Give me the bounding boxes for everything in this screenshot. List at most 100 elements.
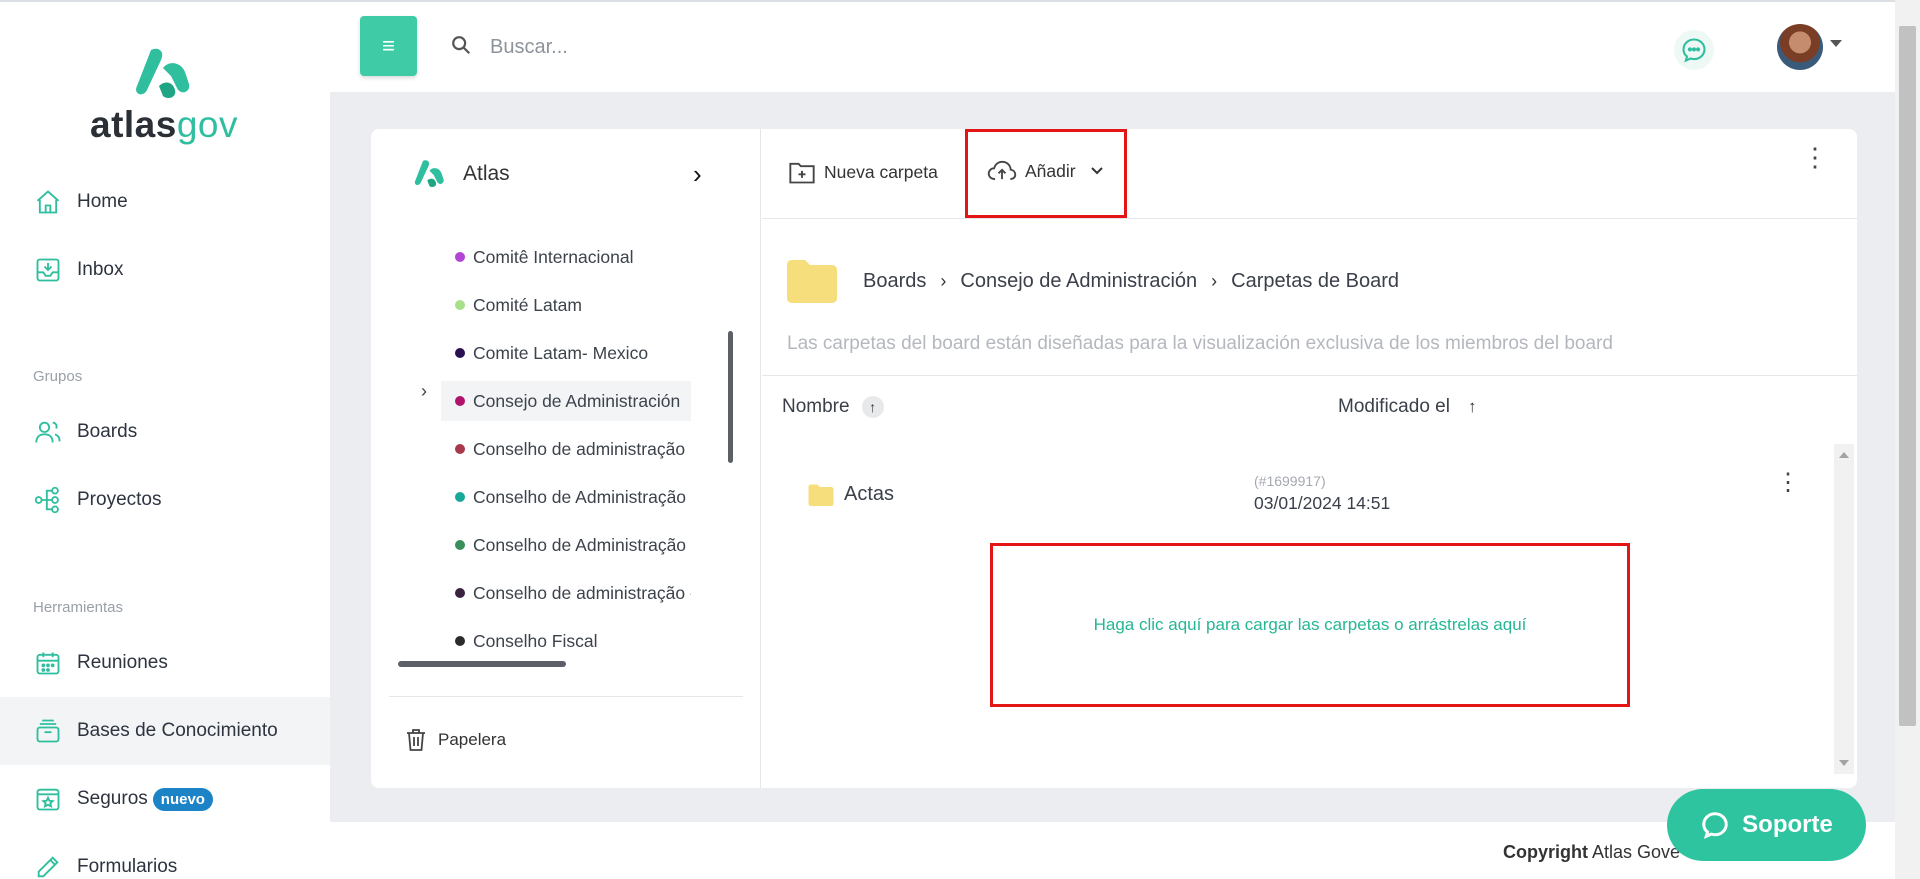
- scroll-up-icon[interactable]: [1839, 452, 1849, 458]
- trash-icon: [407, 729, 425, 751]
- footer: Copyright Atlas Gove 24: [330, 822, 1895, 879]
- row-id: (#1699917): [1254, 473, 1326, 489]
- tree-horizontal-scrollbar[interactable]: [398, 661, 566, 667]
- network-icon: [33, 485, 63, 515]
- column-name-label: Nombre: [782, 396, 850, 417]
- atlasgov-logo[interactable]: atlasgov: [84, 46, 244, 146]
- sort-arrow-up-icon[interactable]: ↑: [1468, 397, 1477, 417]
- chevron-right-icon[interactable]: ›: [421, 381, 427, 402]
- nav-knowledge[interactable]: Bases de Conocimiento: [0, 697, 330, 765]
- color-dot: [455, 444, 465, 454]
- nav-knowledge-label: Bases de Conocimiento: [77, 720, 278, 741]
- trash-button[interactable]: Papelera: [404, 727, 506, 753]
- chat-button[interactable]: [1674, 30, 1714, 70]
- tree-item[interactable]: Comité Latam: [441, 285, 691, 325]
- scroll-down-icon[interactable]: [1839, 760, 1849, 766]
- nav-home-label: Home: [77, 191, 128, 212]
- color-dot: [455, 300, 465, 310]
- topbar: ≡: [330, 2, 1895, 92]
- copyright-label: Copyright: [1503, 842, 1588, 862]
- tree-vertical-scrollbar[interactable]: [728, 331, 733, 463]
- nav-meetings-label: Reuniones: [77, 652, 168, 673]
- logo-text: atlasgov: [90, 104, 238, 145]
- nav-boards[interactable]: Boards: [0, 398, 330, 466]
- column-modified-label: Modificado el: [1338, 396, 1450, 417]
- color-dot: [455, 252, 465, 262]
- tree-item[interactable]: Comitê Internacional: [441, 237, 691, 277]
- support-button[interactable]: Soporte: [1667, 789, 1866, 861]
- folder-description: Las carpetas del board están diseñadas p…: [787, 333, 1613, 354]
- breadcrumb-item[interactable]: Carpetas de Board: [1231, 270, 1399, 293]
- nav-inbox[interactable]: Inbox: [0, 236, 330, 304]
- tree-item-label: Conselho de administração - S: [473, 582, 691, 603]
- table-row[interactable]: Actas (#1699917) 03/01/2024 14:51 ⋮: [762, 469, 1822, 539]
- nav-projects[interactable]: Proyectos: [0, 466, 330, 534]
- page-scrollbar[interactable]: [1895, 0, 1920, 879]
- hamburger-icon: ≡: [382, 33, 395, 58]
- tree-item[interactable]: Conselho de administração: [441, 429, 691, 469]
- chat-icon: [1682, 38, 1706, 63]
- tree-item[interactable]: Conselho de Administração - A: [441, 525, 691, 565]
- row-options-icon[interactable]: ⋮: [1776, 471, 1800, 495]
- tree-item[interactable]: Conselho Fiscal: [441, 621, 691, 657]
- tree-item[interactable]: Comite Latam- Mexico: [441, 333, 691, 373]
- sidebar: atlasgov Home Inbox Grupos Boards Proyec…: [0, 2, 330, 879]
- tree-item[interactable]: Conselho de administração - S: [441, 573, 691, 613]
- list-header: Nombre ↑ Modificado el ↑: [762, 375, 1857, 435]
- tree-item-label: Comite Latam- Mexico: [473, 342, 649, 363]
- folder-tree-list: Comitê Internacional Comité Latam Comite…: [441, 237, 691, 657]
- caret-down-icon[interactable]: [1830, 40, 1842, 47]
- row-folder[interactable]: Actas: [808, 483, 894, 506]
- chevron-right-icon[interactable]: ›: [693, 159, 702, 190]
- insurance-icon: [33, 784, 63, 814]
- sort-arrow-up-icon[interactable]: ↑: [861, 396, 884, 418]
- chevron-right-icon: ›: [940, 270, 947, 291]
- nav-projects-label: Proyectos: [77, 489, 162, 510]
- more-options-icon[interactable]: ⋮: [1802, 144, 1828, 170]
- column-name[interactable]: Nombre ↑: [782, 396, 884, 418]
- list-scrollbar[interactable]: [1834, 444, 1854, 774]
- new-folder-button[interactable]: Nueva carpeta: [788, 159, 938, 185]
- nav-insurance[interactable]: Seguros nuevo: [0, 765, 330, 833]
- color-dot: [455, 588, 465, 598]
- tree-root[interactable]: Atlas: [411, 157, 510, 191]
- nav-forms[interactable]: Formularios: [0, 833, 330, 879]
- new-folder-label: Nueva carpeta: [824, 161, 938, 182]
- folder-tree-panel: Atlas › › Comitê Internacional Comité La…: [371, 129, 761, 788]
- row-date: 03/01/2024 14:51: [1254, 493, 1391, 513]
- search-input[interactable]: [490, 24, 990, 70]
- nav-home[interactable]: Home: [0, 168, 330, 236]
- menu-toggle-button[interactable]: ≡: [360, 16, 417, 76]
- breadcrumb-item[interactable]: Boards: [863, 270, 926, 293]
- color-dot: [455, 396, 465, 406]
- column-modified[interactable]: Modificado el ↑: [1338, 396, 1476, 418]
- row-name: Actas: [844, 483, 895, 505]
- tree-item-label: Conselho de Administração - A: [473, 534, 691, 555]
- nav-forms-label: Formularios: [77, 856, 178, 877]
- tree-item-selected[interactable]: Consejo de Administración: [441, 381, 691, 421]
- tree-item-label: Conselho de administração: [473, 438, 686, 459]
- atlas-logo-icon: [414, 160, 444, 188]
- inbox-icon: [33, 255, 63, 285]
- tree-item-label: Conselho de Administração: [473, 486, 687, 507]
- breadcrumb-item[interactable]: Consejo de Administración: [960, 270, 1197, 293]
- divider: [389, 696, 743, 697]
- page-scrollbar-thumb[interactable]: [1899, 26, 1916, 726]
- tree-item[interactable]: Conselho de Administração: [441, 477, 691, 517]
- tree-item-label: Comité Latam: [473, 294, 582, 315]
- nav-inbox-label: Inbox: [77, 259, 124, 280]
- user-avatar[interactable]: [1777, 24, 1823, 70]
- trash-label: Papelera: [438, 730, 507, 749]
- nav-meetings[interactable]: Reuniones: [0, 629, 330, 697]
- breadcrumb: Boards › Consejo de Administración › Car…: [787, 259, 1399, 303]
- new-badge: nuevo: [152, 787, 213, 811]
- nav-boards-label: Boards: [77, 421, 138, 442]
- tree-item-label: Consejo de Administración: [473, 390, 681, 411]
- toolbar: Nueva carpeta Añadir ⋮: [762, 129, 1857, 219]
- color-dot: [455, 540, 465, 550]
- nav-insurance-label: Seguros: [77, 788, 148, 809]
- color-dot: [455, 636, 465, 646]
- upload-dropzone[interactable]: Haga clic aquí para cargar las carpetas …: [990, 543, 1630, 707]
- home-icon: [33, 187, 63, 217]
- chat-bubble-icon: [1702, 812, 1728, 839]
